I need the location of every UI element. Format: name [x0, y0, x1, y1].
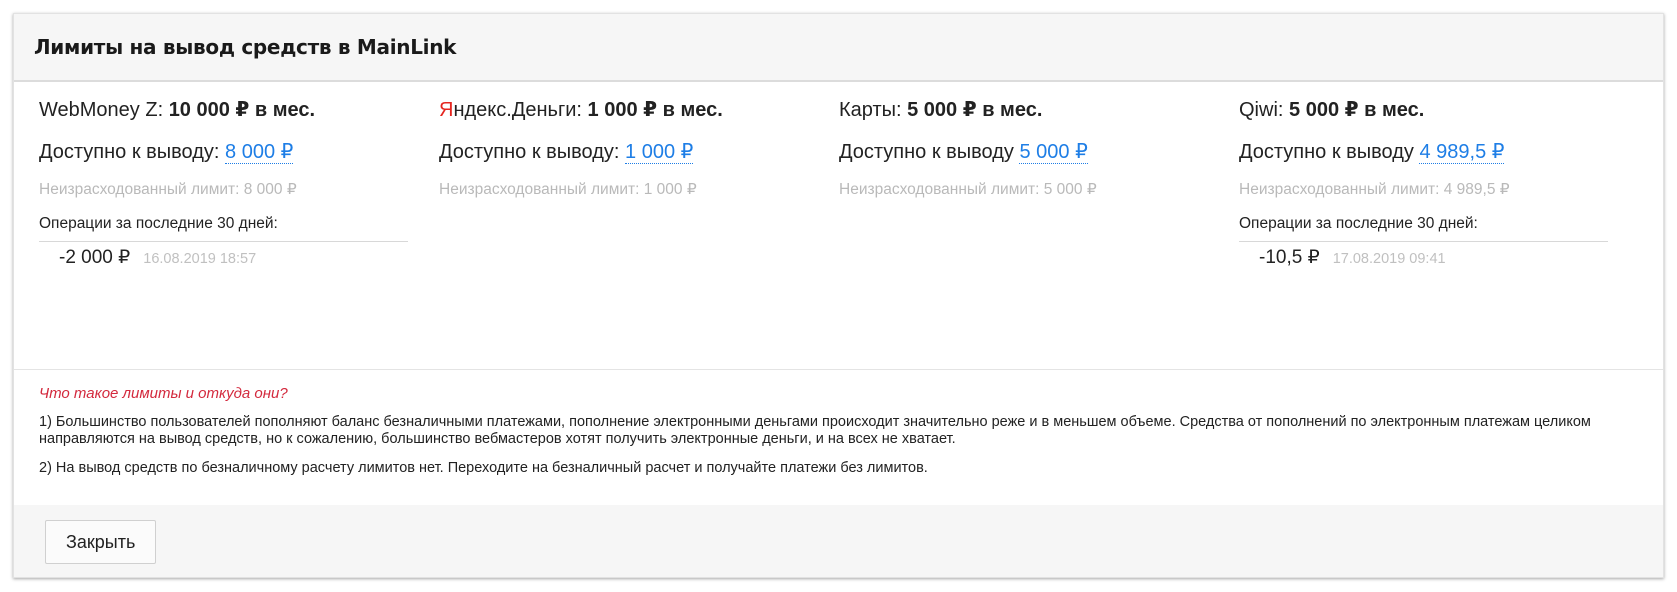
operation-row: -10,5 ₽ 17.08.2019 09:41 — [1239, 246, 1639, 269]
monthly-limit: 5 000 ₽ в мес. — [1289, 99, 1425, 121]
modal-footer: Закрыть — [14, 505, 1663, 577]
monthly-limit: 10 000 ₽ в мес. — [168, 99, 316, 121]
limits-modal: Лимиты на вывод средств в MainLink WebMo… — [13, 13, 1664, 578]
yandex-brand-letter: Я — [439, 99, 454, 121]
limit-column-cards: Карты: 5 000 ₽ в мес. Доступно к выводу … — [839, 96, 1239, 369]
operation-amount: -10,5 ₽ — [1259, 247, 1320, 268]
available-row: Доступно к выводу 4 989,5 ₽ — [1239, 138, 1639, 166]
limit-title: Qiwi: 5 000 ₽ в мес. — [1239, 96, 1639, 124]
limit-title: Карты: 5 000 ₽ в мес. — [839, 96, 1239, 124]
payment-system-name: Qiwi: — [1239, 99, 1284, 121]
yandex-name-rest: ндекс.Деньги: — [453, 99, 582, 121]
faq-question: Что такое лимиты и откуда они? — [39, 385, 288, 402]
unused-limit: Неизрасходованный лимит: 5 000 ₽ — [839, 181, 1097, 198]
available-label: Доступно к выводу — [1239, 141, 1414, 163]
available-label: Доступно к выводу: — [439, 141, 620, 163]
modal-header: Лимиты на вывод средств в MainLink — [14, 14, 1663, 82]
monthly-limit: 1 000 ₽ в мес. — [587, 99, 723, 121]
faq-section: Что такое лимиты и откуда они? 1) Больши… — [14, 370, 1663, 508]
payment-system-name: Карты: — [839, 99, 902, 121]
modal-title: Лимиты на вывод средств в MainLink — [34, 35, 457, 59]
payment-system-name: WebMoney Z: — [39, 99, 164, 121]
faq-paragraph-2: 2) На вывод средств по безналичному расч… — [39, 460, 928, 476]
available-amount-link[interactable]: 1 000 ₽ — [625, 141, 694, 164]
close-button[interactable]: Закрыть — [45, 520, 157, 564]
available-row: Доступно к выводу: 8 000 ₽ — [39, 138, 439, 166]
unused-limit: Неизрасходованный лимит: 8 000 ₽ — [39, 181, 297, 198]
available-row: Доступно к выводу: 1 000 ₽ — [439, 138, 839, 166]
operation-date: 17.08.2019 09:41 — [1332, 251, 1446, 267]
limit-title: Яндекс.Деньги: 1 000 ₽ в мес. — [439, 96, 839, 124]
unused-limit: Неизрасходованный лимит: 4 989,5 ₽ — [1239, 181, 1510, 198]
operations-divider — [39, 241, 408, 242]
available-label: Доступно к выводу: — [39, 141, 220, 163]
limit-column-qiwi: Qiwi: 5 000 ₽ в мес. Доступно к выводу 4… — [1239, 96, 1639, 369]
payment-system-name: Яндекс.Деньги: — [439, 99, 582, 121]
monthly-limit: 5 000 ₽ в мес. — [907, 99, 1043, 121]
available-amount-link[interactable]: 5 000 ₽ — [1019, 141, 1088, 164]
operations-title: Операции за последние 30 дней: — [39, 215, 278, 232]
operation-amount: -2 000 ₽ — [59, 247, 131, 268]
faq-paragraph-1: 1) Большинство пользователей пополняют б… — [39, 414, 1591, 447]
limit-column-yandex: Яндекс.Деньги: 1 000 ₽ в мес. Доступно к… — [439, 96, 839, 369]
operation-date: 16.08.2019 18:57 — [143, 251, 257, 267]
limit-title: WebMoney Z: 10 000 ₽ в мес. — [39, 96, 439, 124]
limits-grid: WebMoney Z: 10 000 ₽ в мес. Доступно к в… — [14, 82, 1663, 370]
available-amount-link[interactable]: 8 000 ₽ — [225, 141, 294, 164]
limit-column-webmoney: WebMoney Z: 10 000 ₽ в мес. Доступно к в… — [39, 96, 439, 369]
operation-row: -2 000 ₽ 16.08.2019 18:57 — [39, 246, 439, 269]
available-label: Доступно к выводу — [839, 141, 1014, 163]
available-row: Доступно к выводу 5 000 ₽ — [839, 138, 1239, 166]
operations-divider — [1239, 241, 1608, 242]
available-amount-link[interactable]: 4 989,5 ₽ — [1419, 141, 1505, 164]
operations-title: Операции за последние 30 дней: — [1239, 215, 1478, 232]
unused-limit: Неизрасходованный лимит: 1 000 ₽ — [439, 181, 697, 198]
